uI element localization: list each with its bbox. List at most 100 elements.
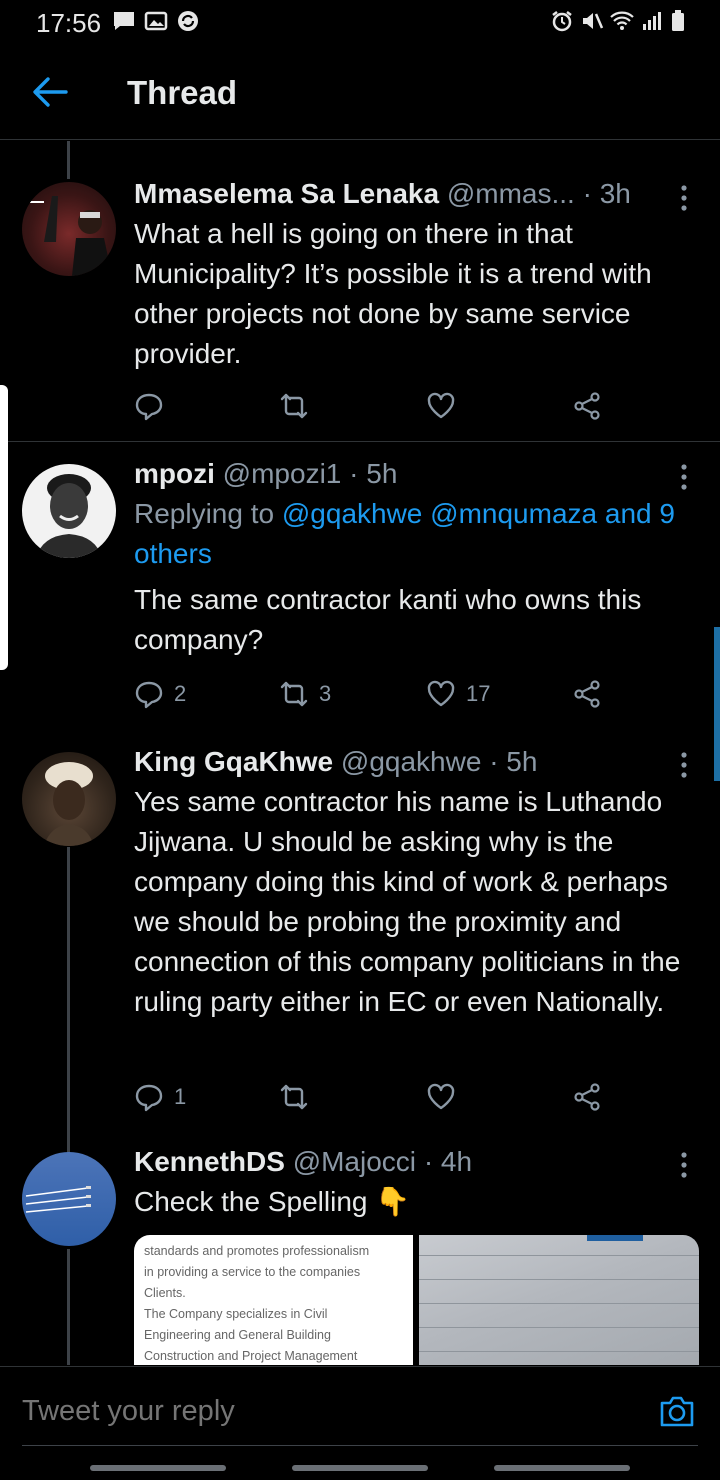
handle[interactable]: @mmas... xyxy=(447,178,575,209)
nav-handle-right[interactable] xyxy=(494,1465,630,1471)
replying-to-label: Replying to xyxy=(134,498,275,529)
camera-icon[interactable] xyxy=(658,1393,696,1429)
heart-icon xyxy=(427,1083,455,1110)
avatar[interactable] xyxy=(22,752,116,846)
timestamp: · 5h xyxy=(349,458,398,489)
more-options-icon[interactable] xyxy=(672,462,696,492)
tweet[interactable]: King GqaKhwe @gqakhwe · 5h Yes same cont… xyxy=(0,742,720,1142)
tweet-header: Mmaselema Sa Lenaka @mmas... · 3h xyxy=(134,176,690,212)
retweet-button[interactable] xyxy=(279,1082,319,1112)
share-icon xyxy=(574,392,600,420)
nav-handle-left[interactable] xyxy=(90,1465,226,1471)
retweet-button[interactable]: 3 xyxy=(279,679,331,709)
display-name[interactable]: King GqaKhwe xyxy=(134,746,333,777)
share-button[interactable] xyxy=(572,679,602,709)
reply-count: 2 xyxy=(174,681,187,706)
divider xyxy=(22,1445,698,1446)
avatar-image xyxy=(30,196,112,276)
tweet-text: What a hell is going on there in that Mu… xyxy=(134,218,652,369)
doc-line: Clients. xyxy=(144,1286,186,1300)
reply-count: 1 xyxy=(174,1084,187,1109)
replying-to: Replying to @gqakhwe @mnqumaza and 9 oth… xyxy=(134,494,690,574)
timestamp: · 3h xyxy=(582,178,631,209)
more-options-icon[interactable] xyxy=(672,750,696,780)
more-options-icon[interactable] xyxy=(672,183,696,213)
thread-feed[interactable]: Mmaselema Sa Lenaka @mmas... · 3h What a… xyxy=(0,141,720,1365)
handle[interactable]: @mpozi1 xyxy=(223,458,342,489)
doc-line: in providing a service to the companies xyxy=(144,1265,361,1279)
share-button[interactable] xyxy=(572,391,602,421)
mute-icon xyxy=(583,13,604,29)
doc-line: Construction and Project Management xyxy=(144,1349,358,1363)
battery-icon xyxy=(672,10,684,31)
like-button[interactable] xyxy=(426,391,466,421)
avatar[interactable] xyxy=(22,1152,116,1246)
reply-icon xyxy=(135,1084,163,1112)
like-count: 17 xyxy=(466,681,491,706)
tweet-text-content: Check the Spelling xyxy=(134,1186,368,1217)
tweet-actions: 2 3 17 xyxy=(134,679,614,711)
avatar-image xyxy=(25,1186,91,1213)
tweet-text: Yes same contractor his name is Luthando… xyxy=(134,786,681,1017)
tweet[interactable]: Mmaselema Sa Lenaka @mmas... · 3h What a… xyxy=(0,141,720,442)
status-bar: 17:56 xyxy=(0,0,720,44)
reply-icon xyxy=(135,393,163,421)
tweet-media[interactable]: standards and promotes professionalism i… xyxy=(134,1235,699,1365)
edge-panel-handle[interactable] xyxy=(0,385,8,670)
display-name[interactable]: mpozi xyxy=(134,458,215,489)
reply-button[interactable]: 1 xyxy=(134,1082,186,1112)
handle[interactable]: @Majocci xyxy=(293,1146,416,1177)
tweet-header: mpozi @mpozi1 · 5h xyxy=(134,456,690,492)
retweet-count: 3 xyxy=(319,681,332,706)
retweet-icon xyxy=(280,393,308,419)
nav-handle-home[interactable] xyxy=(292,1465,428,1471)
tweet-header: King GqaKhwe @gqakhwe · 5h xyxy=(134,744,690,780)
tweet-text: Check the Spelling 👇 xyxy=(134,1182,690,1222)
doc-line: standards and promotes professionalism xyxy=(144,1244,370,1258)
back-arrow-icon[interactable] xyxy=(30,74,70,110)
share-button[interactable] xyxy=(572,1082,602,1112)
tweet-actions: 1 xyxy=(134,1082,614,1114)
reply-button[interactable]: 2 xyxy=(134,679,186,709)
reply-input[interactable] xyxy=(22,1395,622,1428)
share-icon xyxy=(574,680,600,708)
handle[interactable]: @gqakhwe xyxy=(341,746,482,777)
share-icon xyxy=(574,1083,600,1111)
display-name[interactable]: Mmaselema Sa Lenaka xyxy=(134,178,439,209)
timestamp: · 5h xyxy=(489,746,538,777)
like-button[interactable] xyxy=(426,1082,466,1112)
reply-composer xyxy=(0,1366,720,1480)
like-button[interactable]: 17 xyxy=(426,679,490,709)
wifi-icon xyxy=(610,11,634,30)
sync-icon xyxy=(178,11,198,31)
more-options-icon[interactable] xyxy=(672,1150,696,1180)
reply-icon xyxy=(135,681,163,709)
alarm-icon xyxy=(552,11,572,32)
doc-line: Engineering and General Building xyxy=(144,1328,331,1342)
avatar-image xyxy=(44,762,94,846)
reply-button[interactable] xyxy=(134,391,174,421)
display-name[interactable]: KennethDS xyxy=(134,1146,285,1177)
media-document-image[interactable]: standards and promotes professionalism i… xyxy=(134,1235,413,1365)
retweet-icon xyxy=(280,681,308,707)
timestamp: · 4h xyxy=(423,1146,473,1177)
tweet-text: The same contractor kanti who owns this … xyxy=(134,584,642,655)
pointing-down-emoji: 👇 xyxy=(375,1186,411,1217)
retweet-button[interactable] xyxy=(279,391,319,421)
scroll-indicator xyxy=(714,627,720,781)
avatar[interactable] xyxy=(22,182,116,276)
heart-icon xyxy=(427,680,455,707)
thread-header: Thread xyxy=(0,44,720,140)
media-photo-image[interactable] xyxy=(419,1235,699,1365)
page-title: Thread xyxy=(127,74,238,111)
message-icon xyxy=(114,12,134,30)
tweet-actions xyxy=(134,391,614,423)
avatar[interactable] xyxy=(22,464,116,558)
heart-icon xyxy=(427,392,455,419)
tweet[interactable]: mpozi @mpozi1 · 5h Replying to @gqakhwe … xyxy=(0,442,720,742)
status-time: 17:56 xyxy=(36,8,102,38)
tweet-header: KennethDS @Majocci · 4h xyxy=(134,1144,690,1180)
signal-icon xyxy=(643,12,661,30)
avatar-image xyxy=(36,474,102,558)
gallery-icon xyxy=(144,11,168,31)
